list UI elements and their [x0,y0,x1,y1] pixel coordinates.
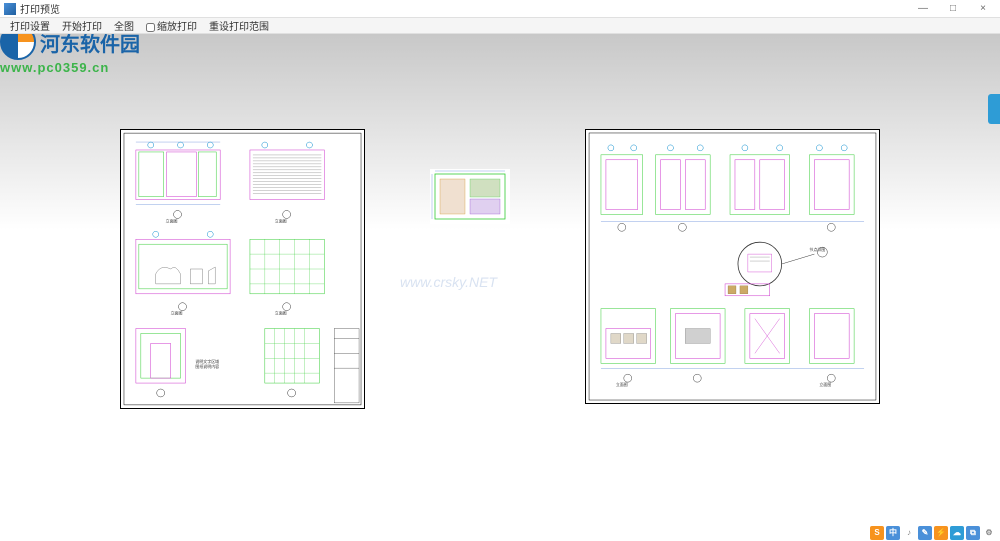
menu-reset-area[interactable]: 重设打印范围 [203,18,275,33]
ime-icon[interactable]: S [870,526,884,540]
zoom-print-checkbox[interactable] [146,23,155,32]
menubar: 打印设置 开始打印 全图 缩放打印 重设打印范围 [0,18,1000,34]
side-tab[interactable] [988,94,1000,124]
app-icon [4,3,16,15]
brand-url: www.pc0359.cn [0,60,140,75]
close-button[interactable]: × [974,2,992,16]
tray-icon-6[interactable]: ⚙ [982,526,996,540]
drawing-sheet-center [430,169,510,224]
svg-text:立面图: 立面图 [171,311,183,316]
window-title: 打印预览 [20,1,914,16]
svg-text:图纸说明内容: 图纸说明内容 [195,364,219,369]
minimize-button[interactable]: — [914,2,932,16]
svg-text:立面图: 立面图 [275,218,287,223]
menu-print-settings[interactable]: 打印设置 [4,18,56,33]
menu-zoom-print[interactable]: 缩放打印 [140,18,203,33]
svg-text:节点详图: 节点详图 [809,247,825,252]
taskbar: S 中 ♪ ✎ ⚡ ☁ ⧉ ⚙ [866,524,1000,541]
tray-icon-2[interactable]: ✎ [918,526,932,540]
zoom-print-label: 缩放打印 [157,22,197,33]
svg-text:立面图: 立面图 [819,382,831,387]
tray-icon-1[interactable]: ♪ [902,526,916,540]
titlebar: 打印预览 — □ × [0,0,1000,18]
brand-text: 河东软件园 [40,34,140,57]
canvas-area[interactable]: 河东软件园 www.pc0359.cn www.crsky.NET [0,34,1000,524]
tray-icon-3[interactable]: ⚡ [934,526,948,540]
tray-icon-5[interactable]: ⧉ [966,526,980,540]
drawing-sheet-left: 立面图 立面图 [120,129,365,409]
watermark-logo: 河东软件园 www.pc0359.cn [0,34,140,75]
center-watermark: www.crsky.NET [400,274,497,290]
svg-text:立面图: 立面图 [166,218,178,223]
svg-text:立面图: 立面图 [616,382,628,387]
menu-start-print[interactable]: 开始打印 [56,18,108,33]
menu-full-view[interactable]: 全图 [108,18,140,33]
drawing-sheet-right: 节点详图 立面图 [585,129,880,404]
lang-icon[interactable]: 中 [886,526,900,540]
tray-icon-4[interactable]: ☁ [950,526,964,540]
logo-icon [0,34,36,60]
svg-text:说明文字区域: 说明文字区域 [195,359,219,364]
maximize-button[interactable]: □ [944,2,962,16]
svg-text:立面图: 立面图 [275,311,287,316]
window-controls: — □ × [914,2,996,16]
